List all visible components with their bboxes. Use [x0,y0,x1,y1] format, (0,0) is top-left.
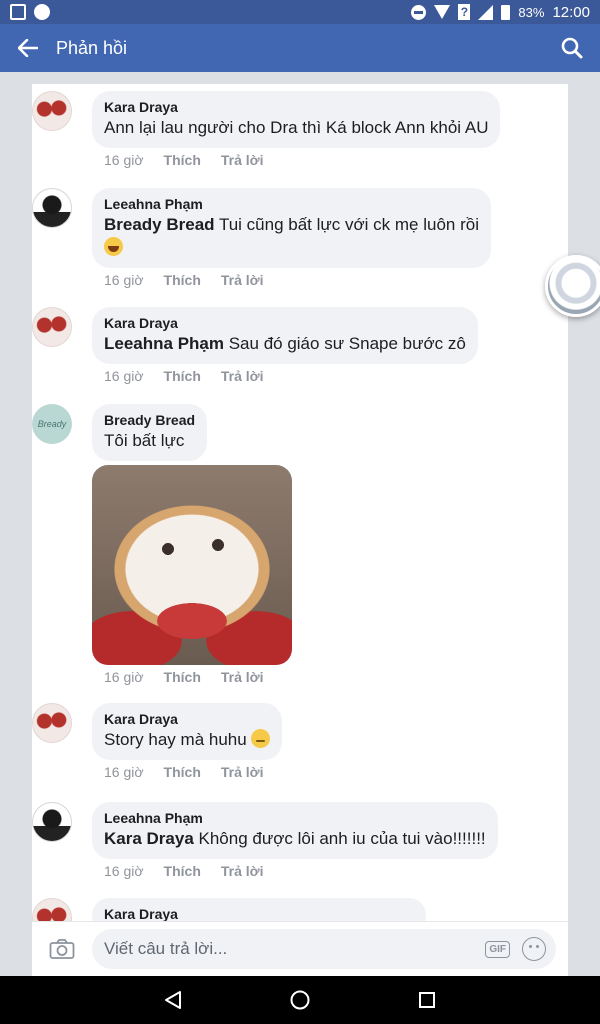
app-bar: Phản hồi [0,24,600,72]
timestamp: 16 giờ [104,669,144,685]
timestamp: 16 giờ [104,368,144,384]
nav-recents-button[interactable] [403,976,451,1024]
camera-button[interactable] [32,922,92,977]
nav-back-button[interactable] [149,976,197,1024]
timestamp: 16 giờ [104,863,144,879]
comment-author[interactable]: Kara Draya [104,905,414,921]
comment-author[interactable]: Kara Draya [104,710,270,728]
battery-percent: 83% [518,4,545,20]
reply-button[interactable]: Trả lời [221,272,264,288]
comment-bubble[interactable]: Kara Draya Leeahna Phạm Sau đó giáo sư S… [92,307,478,364]
comment-bubble[interactable]: Kara Draya Story hay mà huhu [92,703,283,760]
comment-item: Kara Draya Ann lại lau người cho Dra thì… [32,91,562,168]
comment-item: Kara Draya Leeahna Phạm Sau đó giáo sư S… [32,307,562,384]
comment-meta: 16 giờ Thích Trả lời [92,863,562,879]
comment-author[interactable]: Bready Bread [104,411,195,429]
laughing-emoji-icon [104,237,123,256]
wifi-icon [434,5,451,19]
reply-composer: GIF [32,921,568,976]
comment-item: Kara Draya [32,898,562,921]
comment-bubble[interactable]: Bready Bread Tôi bất lực [92,404,208,461]
timestamp: 16 giờ [104,272,144,288]
messenger-notification-icon [34,4,50,20]
comment-text: Story hay mà huhu [104,728,271,751]
comment-item: Bready Bready Bread Tôi bất lực 16 giờ T… [32,404,562,685]
like-button[interactable]: Thích [164,272,201,288]
mention[interactable]: Bready Bread [104,215,215,234]
comment-thread: Kara Draya Ann lại lau người cho Dra thì… [32,84,568,921]
image-notification-icon [10,4,26,20]
timestamp: 16 giờ [104,152,144,168]
gif-button[interactable]: GIF [485,940,510,958]
clock: 12:00 [552,3,590,21]
comment-author[interactable]: Kara Draya [104,314,466,332]
comment-author[interactable]: Leeahna Phạm [104,809,486,827]
system-nav-bar [0,976,600,1024]
like-button[interactable]: Thích [164,669,201,685]
reply-button[interactable]: Trả lời [221,368,264,384]
reply-button[interactable]: Trả lời [221,152,264,168]
comment-item: Leeahna Phạm Bready Bread Tui cũng bất l… [32,188,562,288]
comment-bubble[interactable]: Leeahna Phạm Bready Bread Tui cũng bất l… [92,188,491,268]
no-sim-icon: ? [458,4,471,20]
nav-home-button[interactable] [276,976,324,1024]
search-button[interactable] [544,24,600,72]
like-button[interactable]: Thích [164,863,201,879]
square-recents-icon [418,992,435,1008]
avatar[interactable]: Bready [32,404,72,444]
comment-meta: 16 giờ Thích Trả lời [92,272,562,288]
search-icon [561,37,583,59]
comment-item: Leeahna Phạm Kara Draya Không được lôi a… [32,802,562,879]
disappointed-emoji-icon [251,729,271,748]
comment-text: Bready Bread Tui cũng bất lực với ck mẹ … [104,213,479,259]
like-button[interactable]: Thích [164,764,201,780]
comment-bubble[interactable]: Leeahna Phạm Kara Draya Không được lôi a… [92,802,498,859]
comment-text: Tôi bất lực [104,431,185,450]
mention[interactable]: Kara Draya [104,829,194,848]
like-button[interactable]: Thích [164,368,201,384]
comment-item: Kara Draya Story hay mà huhu 16 giờ Thíc… [32,703,562,780]
comment-bubble[interactable]: Kara Draya [92,898,426,921]
reply-button[interactable]: Trả lời [221,764,264,780]
emoji-button[interactable] [522,937,546,961]
avatar-label: Bready [37,419,67,429]
like-button[interactable]: Thích [164,152,201,168]
comment-bubble[interactable]: Kara Draya Ann lại lau người cho Dra thì… [92,91,501,148]
avatar[interactable] [32,91,72,131]
reply-input[interactable] [104,939,486,959]
comment-meta: 16 giờ Thích Trả lời [92,669,562,685]
reply-button[interactable]: Trả lời [221,863,264,879]
back-button[interactable] [0,24,56,72]
avatar[interactable] [32,802,72,842]
comment-text: Kara Draya Không được lôi anh iu của tui… [104,829,486,848]
page-title: Phản hồi [56,37,128,58]
comment-text: Ann lại lau người cho Dra thì Ká block A… [104,118,489,137]
comment-meta: 16 giờ Thích Trả lời [92,368,562,384]
cat-sticker-image[interactable] [92,465,292,665]
avatar[interactable] [32,307,72,347]
comment-text: Leeahna Phạm Sau đó giáo sư Snape bước z… [104,334,466,353]
timestamp: 16 giờ [104,764,144,780]
avatar[interactable] [32,898,72,921]
status-bar: ? 83% 12:00 [0,0,600,24]
comment-meta: 16 giờ Thích Trả lời [92,152,562,168]
avatar[interactable] [32,703,72,743]
reply-button[interactable]: Trả lời [221,669,264,685]
reply-input-wrapper: GIF [92,929,556,969]
do-not-disturb-icon [411,4,427,20]
arrow-left-icon [18,39,38,57]
mention[interactable]: Leeahna Phạm [104,334,224,353]
avatar[interactable] [32,188,72,228]
comment-author[interactable]: Leeahna Phạm [104,195,479,213]
camera-icon [49,939,75,959]
cell-signal-icon [478,4,494,20]
chat-head-bubble[interactable] [545,255,600,317]
comment-author[interactable]: Kara Draya [104,98,488,116]
comment-meta: 16 giờ Thích Trả lời [92,764,562,780]
triangle-back-icon [165,991,182,1009]
battery-icon [501,4,511,20]
circle-home-icon [290,990,310,1010]
